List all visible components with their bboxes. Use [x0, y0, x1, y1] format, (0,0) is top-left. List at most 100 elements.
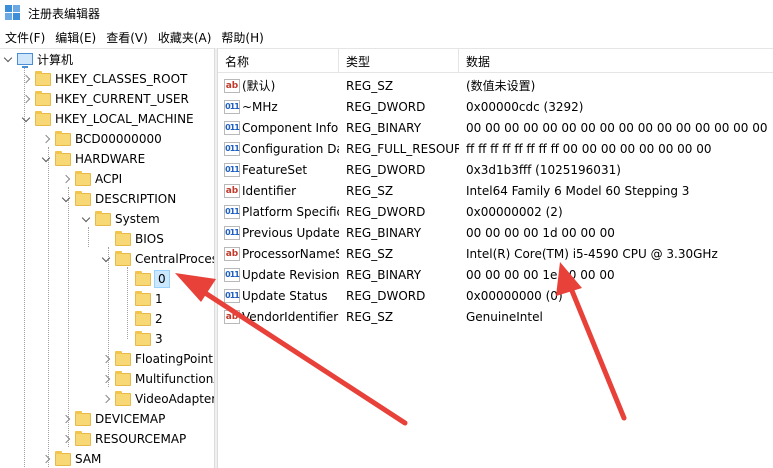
table-row[interactable]: 011 ~MHz REG_DWORD 0x00000cdc (3292)	[218, 96, 773, 117]
chevron-right-icon[interactable]	[40, 449, 52, 468]
chevron-down-icon[interactable]	[100, 249, 112, 269]
tree-item-floating-point[interactable]: FloatingPointProcessor	[100, 349, 214, 369]
binary-value-icon: 011	[224, 162, 240, 177]
tree-item-label: HKEY_CURRENT_USER	[55, 92, 189, 106]
tree-item-label: 0	[154, 270, 170, 288]
tree-item-central-processor[interactable]: CentralProcessor	[100, 249, 214, 269]
table-row[interactable]: 011 FeatureSet REG_DWORD 0x3d1b3fff (102519…	[218, 159, 773, 180]
column-header-name[interactable]: 名称	[218, 49, 339, 73]
tree-item-label: 2	[155, 312, 163, 326]
tree-item-acpi[interactable]: ACPI	[60, 169, 122, 189]
chevron-right-icon[interactable]	[100, 369, 112, 389]
tree-item-devicemap[interactable]: DEVICEMAP	[60, 409, 165, 429]
table-row[interactable]: abProcessorNameString REG_SZ Intel(R) Core…	[218, 243, 773, 264]
value-type: REG_DWORD	[346, 99, 426, 114]
chevron-right-icon[interactable]	[100, 389, 112, 409]
column-header-type[interactable]: 类型	[339, 49, 459, 73]
tree-item-system[interactable]: System	[80, 209, 160, 229]
menu-view[interactable]: 查看(V)	[101, 29, 153, 46]
tree-item-bios[interactable]: BIOS	[112, 229, 164, 249]
value-name: Update Revision	[242, 267, 339, 282]
tree-item-sam[interactable]: SAM	[40, 449, 101, 468]
values-list-pane[interactable]: 名称 类型 数据 ab (默认) REG_SZ (数值未设置) 011 ~MHz REG_D…	[218, 48, 773, 468]
value-data: 0x00000000 (0)	[466, 288, 563, 303]
table-row[interactable]: 011Platform Specific Field 1 REG_DWORD 0x0…	[218, 201, 773, 222]
tree-item-hkey-current-user[interactable]: HKEY_CURRENT_USER	[20, 89, 189, 109]
computer-icon	[17, 53, 33, 68]
tree-item-label: 计算机	[37, 52, 74, 67]
tree-item-hardware[interactable]: HARDWARE	[40, 149, 145, 169]
value-data: 0x00000002 (2)	[466, 204, 563, 219]
value-name: FeatureSet	[242, 162, 308, 177]
chevron-right-icon[interactable]	[100, 349, 112, 369]
folder-icon	[115, 390, 131, 406]
value-type: REG_DWORD	[346, 204, 426, 219]
binary-value-icon: 011	[224, 120, 240, 135]
tree-item-label: VideoAdapterBusses	[135, 392, 214, 406]
chevron-right-icon[interactable]	[60, 429, 72, 449]
folder-icon	[115, 370, 131, 386]
value-data: 00 00 00 00 00 00 00 00 00 00 00 00 00 0…	[466, 120, 768, 135]
string-value-icon: ab	[224, 246, 240, 261]
folder-icon	[55, 130, 71, 146]
binary-value-icon: 011	[224, 204, 240, 219]
table-row[interactable]: ab (默认) REG_SZ (数值未设置)	[218, 75, 773, 96]
tree-item-resourcemap[interactable]: RESOURCEMAP	[60, 429, 186, 449]
table-row[interactable]: 011 Update Status REG_DWORD 0x00000000 (0)	[218, 285, 773, 306]
value-type: REG_BINARY	[346, 267, 422, 282]
key-tree-pane[interactable]: 计算机 HKEY_CLASSES_ROOT HKEY_CURRENT_USER …	[0, 48, 214, 468]
menu-edit[interactable]: 编辑(E)	[50, 29, 101, 46]
chevron-down-icon[interactable]	[40, 149, 52, 169]
value-data: Intel64 Family 6 Model 60 Stepping 3	[466, 183, 690, 198]
chevron-down-icon[interactable]	[2, 49, 14, 69]
tree-item-hkey-local-machine[interactable]: HKEY_LOCAL_MACHINE	[20, 109, 194, 129]
chevron-right-icon[interactable]	[60, 169, 72, 189]
value-type: REG_BINARY	[346, 120, 422, 135]
folder-icon	[35, 70, 51, 86]
table-row[interactable]: 011 Update Revision REG_BINARY 00 00 00 00 …	[218, 264, 773, 285]
value-name-cell: 011Component Information	[218, 120, 339, 135]
string-value-icon: ab	[224, 309, 240, 324]
value-name: ProcessorNameString	[242, 246, 339, 261]
table-row[interactable]: ab Identifier REG_SZ Intel64 Family 6 Model…	[218, 180, 773, 201]
table-row[interactable]: ab VendorIdentifier REG_SZ GenuineIntel	[218, 306, 773, 327]
column-header-data[interactable]: 数据	[459, 49, 773, 73]
value-type: REG_SZ	[346, 309, 394, 324]
menu-file[interactable]: 文件(F)	[0, 29, 50, 46]
tree-item-cpu-0[interactable]: 0	[132, 269, 170, 289]
table-row[interactable]: 011Component Information REG_BINARY 00 00 …	[218, 117, 773, 138]
chevron-right-icon[interactable]	[20, 89, 32, 109]
tree-item-bcd[interactable]: BCD00000000	[40, 129, 162, 149]
tree-item-hkey-classes-root[interactable]: HKEY_CLASSES_ROOT	[20, 69, 187, 89]
tree-item-cpu-2[interactable]: 2	[132, 309, 163, 329]
folder-icon	[115, 250, 131, 266]
value-type: REG_SZ	[346, 246, 394, 261]
folder-icon	[75, 410, 91, 426]
tree-item-label: HKEY_CLASSES_ROOT	[55, 72, 188, 86]
table-row[interactable]: 011Configuration Data REG_FULL_RESOURCE_D…	[218, 138, 773, 159]
value-data: 00 00 00 00 1d 00 00 00	[466, 225, 615, 240]
tree-item-computer[interactable]: 计算机	[2, 49, 73, 69]
folder-icon	[135, 310, 151, 326]
string-value-icon: ab	[224, 183, 240, 198]
tree-item-cpu-1[interactable]: 1	[132, 289, 163, 309]
folder-icon	[55, 150, 71, 166]
value-type: REG_SZ	[346, 78, 394, 93]
chevron-down-icon[interactable]	[20, 109, 32, 129]
table-row[interactable]: 011Previous Update Revision REG_BINARY 00 …	[218, 222, 773, 243]
value-name-cell: 011 FeatureSet	[218, 162, 339, 177]
chevron-right-icon[interactable]	[20, 69, 32, 89]
tree-item-description[interactable]: DESCRIPTION	[60, 189, 176, 209]
chevron-right-icon[interactable]	[60, 409, 72, 429]
menu-favorites[interactable]: 收藏夹(A)	[153, 29, 217, 46]
value-name-cell: 011 ~MHz	[218, 99, 339, 114]
chevron-right-icon[interactable]	[40, 129, 52, 149]
chevron-down-icon[interactable]	[80, 209, 92, 229]
chevron-down-icon[interactable]	[60, 189, 72, 209]
tree-item-cpu-3[interactable]: 3	[132, 329, 163, 349]
tree-item-label: BIOS	[135, 232, 164, 246]
value-name: Previous Update Revision	[242, 225, 339, 240]
menu-help[interactable]: 帮助(H)	[216, 29, 268, 46]
tree-item-multifunction[interactable]: MultifunctionAdapter	[100, 369, 214, 389]
tree-item-video-adapter[interactable]: VideoAdapterBusses	[100, 389, 214, 409]
